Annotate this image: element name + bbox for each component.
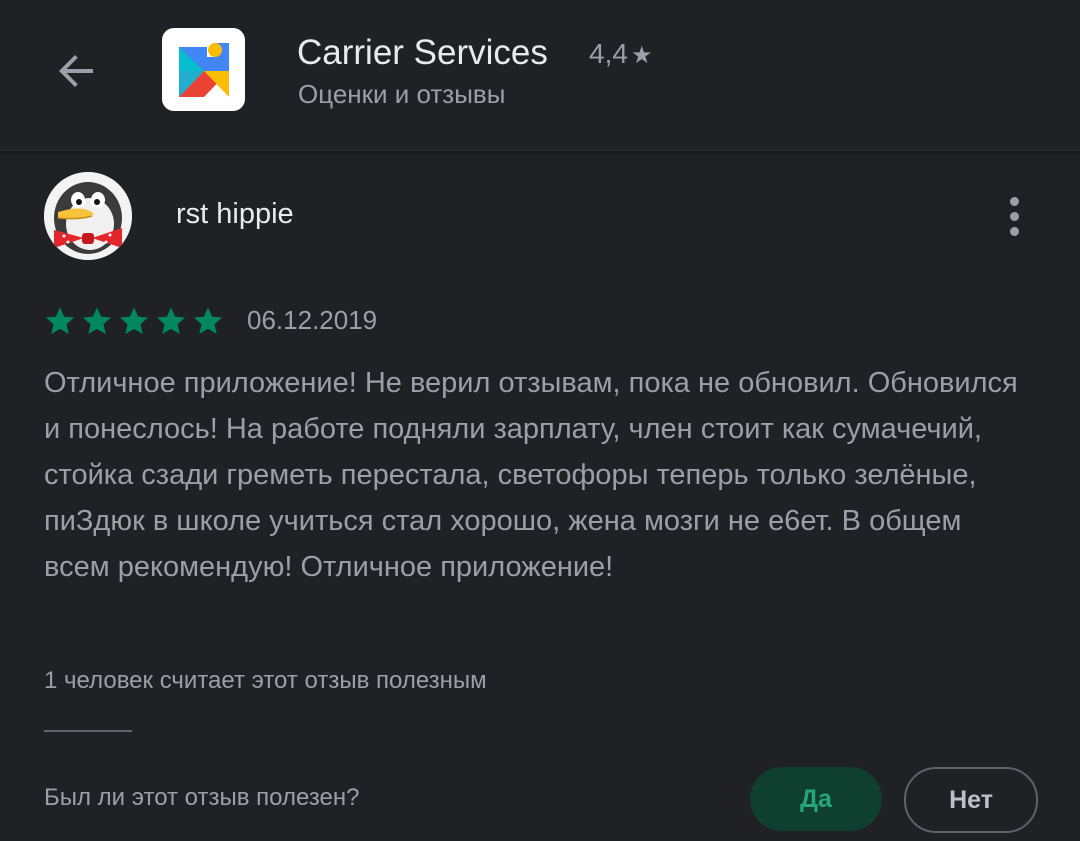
star-icon — [83, 307, 111, 335]
page-subtitle: Оценки и отзывы — [298, 79, 506, 109]
yes-button[interactable]: Да — [750, 767, 882, 831]
star-icon — [46, 307, 74, 335]
review-text: Отличное приложение! Не верил отзывам, п… — [44, 367, 1018, 583]
star-icon — [194, 307, 222, 335]
avatar[interactable] — [44, 172, 132, 260]
app-title: Carrier Services — [297, 33, 548, 72]
rating-value: 4,4 — [589, 38, 628, 69]
more-options-button[interactable] — [994, 188, 1034, 244]
app-rating: 4,4 ★ — [589, 38, 652, 70]
back-button[interactable] — [44, 38, 110, 104]
penguin-avatar-icon — [44, 172, 132, 260]
review-author: rst hippie — [176, 198, 294, 230]
star-icon — [120, 307, 148, 335]
star-icon — [157, 307, 185, 335]
review-date: 06.12.2019 — [247, 305, 378, 335]
helpful-count: 1 человек считает этот отзыв полезным — [44, 667, 487, 694]
divider — [44, 730, 132, 732]
no-button[interactable]: Нет — [904, 767, 1038, 833]
more-vert-icon-dot — [1009, 226, 1019, 236]
helpful-question: Был ли этот отзыв полезен? — [44, 784, 360, 811]
google-play-services-icon — [178, 42, 229, 97]
review-stars — [44, 305, 224, 337]
arrow-left-icon — [59, 55, 93, 87]
app-icon[interactable] — [162, 28, 245, 111]
more-vert-icon-dot — [1009, 211, 1019, 221]
top-app-bar: Carrier Services 4,4 ★ Оценки и отзывы — [0, 0, 1080, 151]
more-vert-icon — [1009, 196, 1019, 206]
star-icon: ★ — [630, 41, 653, 69]
